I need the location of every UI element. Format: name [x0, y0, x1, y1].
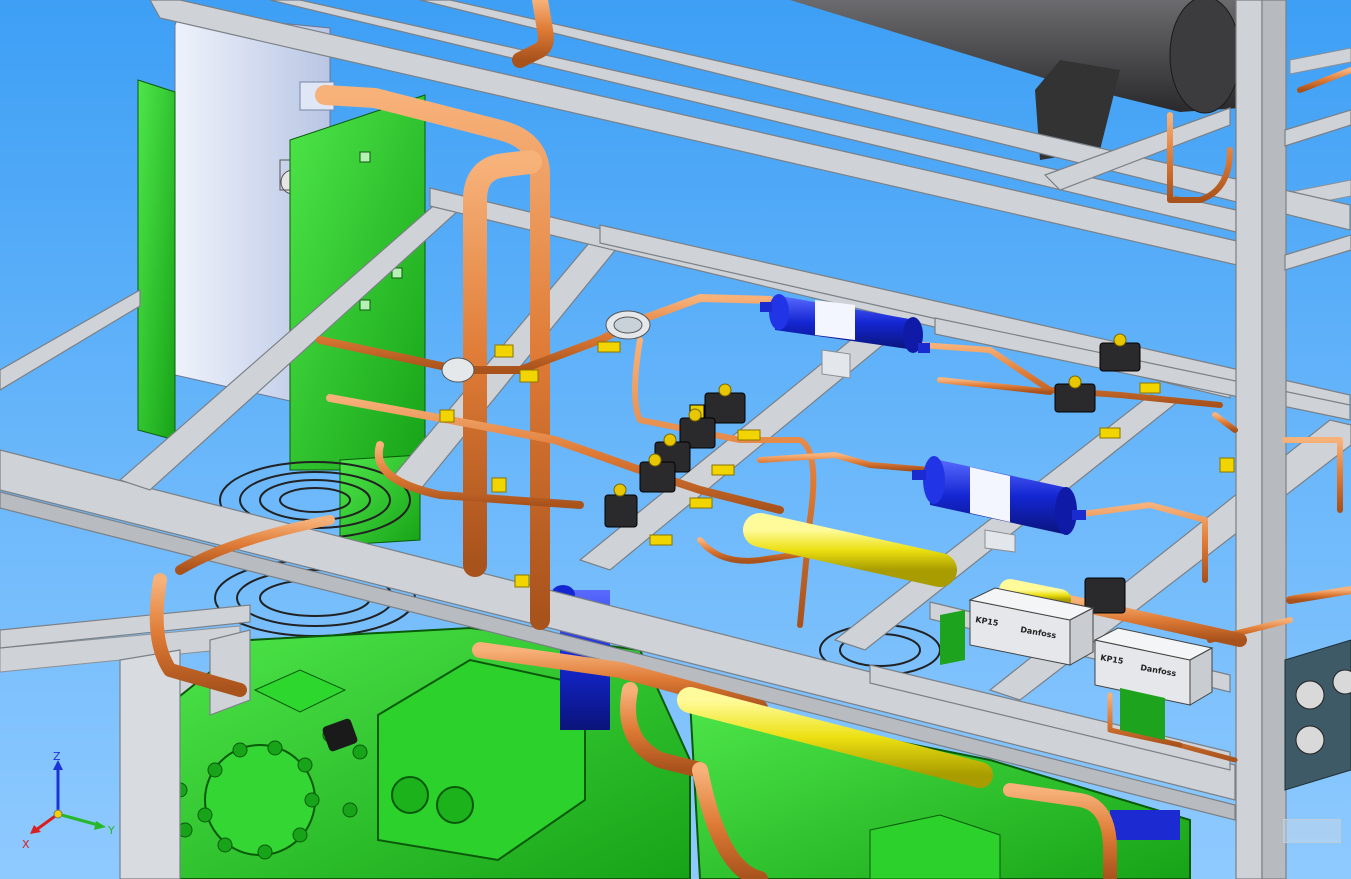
- y-axis-arrow: [94, 821, 106, 830]
- corner-watermark: [1283, 819, 1341, 843]
- coordinate-triad[interactable]: Z Y X: [16, 752, 126, 862]
- y-axis: [57, 812, 99, 827]
- triad-origin: [53, 809, 63, 819]
- y-axis-label: Y: [107, 824, 115, 837]
- gauge-panel[interactable]: [1284, 639, 1351, 791]
- x-axis-label: X: [22, 838, 30, 851]
- 3d-model-view[interactable]: KP15 Danfoss KP15 Danfoss: [0, 0, 1351, 879]
- cad-viewport[interactable]: KP15 Danfoss KP15 Danfoss Z Y X: [0, 0, 1351, 879]
- z-axis-label: Z: [53, 752, 61, 763]
